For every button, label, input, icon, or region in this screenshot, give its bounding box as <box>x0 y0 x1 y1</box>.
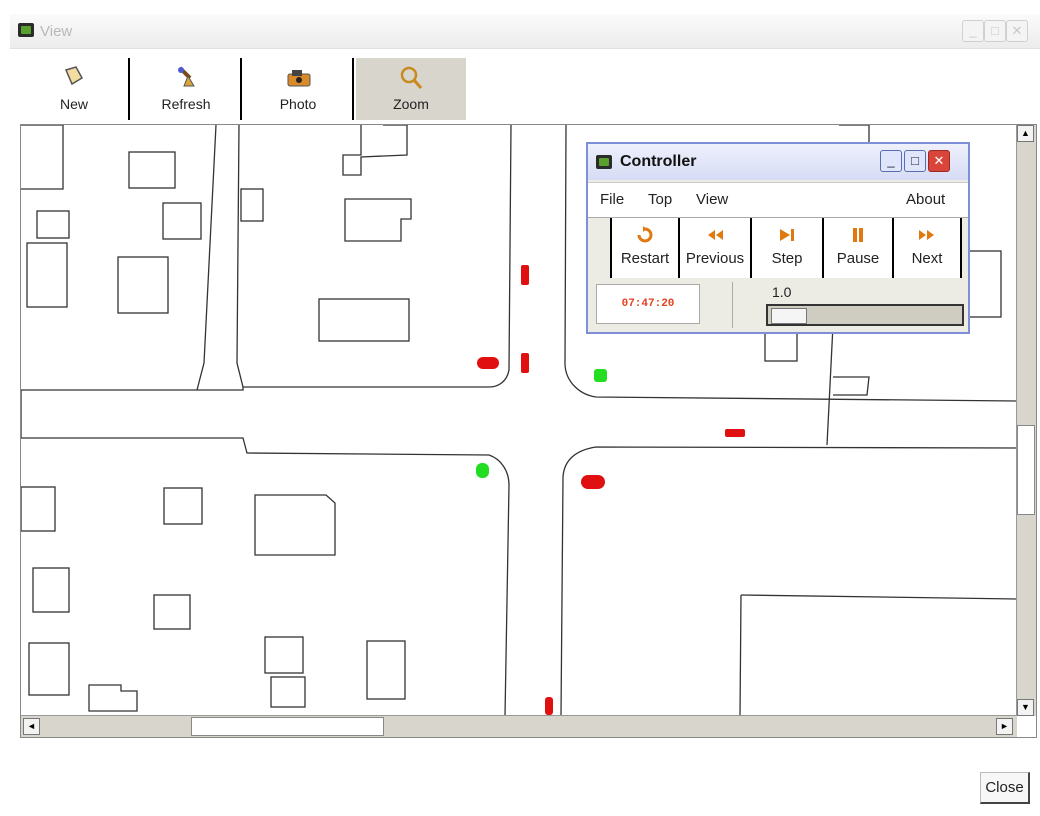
maximize-button[interactable]: □ <box>984 20 1006 42</box>
previous-label: Previous <box>685 250 745 267</box>
photo-button[interactable]: Photo <box>244 58 354 120</box>
vehicle <box>545 697 553 715</box>
window-title: View <box>40 23 73 40</box>
speed-slider-thumb[interactable] <box>771 308 807 324</box>
vehicle <box>477 357 499 369</box>
scroll-up-arrow-icon[interactable]: ▲ <box>1017 125 1034 142</box>
controller-app-icon <box>596 155 612 169</box>
pause-button[interactable]: Pause <box>824 218 894 278</box>
close-window-button[interactable]: ✕ <box>1006 20 1028 42</box>
controller-toolbar: Restart Previous Step Pause Next <box>594 218 962 278</box>
refresh-icon <box>178 66 195 87</box>
horizontal-scroll-thumb[interactable] <box>191 717 384 736</box>
fast-forward-icon <box>919 230 934 240</box>
next-label: Next <box>911 250 943 267</box>
controller-titlebar[interactable]: Controller _ □ ✕ <box>588 144 968 180</box>
close-button[interactable]: Close <box>980 772 1030 804</box>
traffic-signal-green <box>594 369 607 382</box>
pause-label: Pause <box>836 250 880 267</box>
controller-window: Controller _ □ ✕ File Top View About Res… <box>586 142 970 334</box>
vertical-scroll-thumb[interactable] <box>1017 425 1035 515</box>
scroll-left-arrow-icon[interactable]: ◄ <box>23 718 40 735</box>
divider <box>732 282 733 328</box>
controller-status: 07:47:20 1.0 <box>594 282 964 330</box>
minimize-button[interactable]: _ <box>962 20 984 42</box>
vehicle <box>521 353 529 373</box>
step-label: Step <box>771 250 803 267</box>
restart-label: Restart <box>620 250 670 267</box>
controller-minimize-button[interactable]: _ <box>880 150 902 172</box>
speed-slider[interactable] <box>766 304 964 326</box>
traffic-signal-green <box>476 463 489 478</box>
vehicle <box>521 265 529 285</box>
view-window: View _ □ ✕ New Refresh Photo Zoom ▲ ▼ ◄ … <box>0 0 1040 816</box>
camera-icon <box>287 70 311 87</box>
vehicle <box>725 429 745 437</box>
previous-button[interactable]: Previous <box>680 218 752 278</box>
magnifier-icon <box>400 66 423 89</box>
app-icon <box>18 23 34 37</box>
controller-close-button[interactable]: ✕ <box>928 150 950 172</box>
controller-maximize-button[interactable]: □ <box>904 150 926 172</box>
pause-icon <box>853 228 863 242</box>
controller-menubar: File Top View About <box>588 182 968 218</box>
restart-icon <box>637 226 653 243</box>
menu-view[interactable]: View <box>696 191 728 208</box>
speed-value: 1.0 <box>772 284 792 300</box>
next-button[interactable]: Next <box>894 218 962 278</box>
refresh-button[interactable]: Refresh <box>132 58 242 120</box>
zoom-label: Zoom <box>393 96 429 112</box>
restart-button[interactable]: Restart <box>610 218 680 278</box>
step-button[interactable]: Step <box>752 218 824 278</box>
menu-file[interactable]: File <box>600 191 624 208</box>
view-titlebar[interactable]: View _ □ ✕ <box>10 14 1040 49</box>
step-icon <box>780 229 794 241</box>
controller-title: Controller <box>620 153 697 170</box>
new-label: New <box>59 96 88 112</box>
scroll-down-arrow-icon[interactable]: ▼ <box>1017 699 1034 716</box>
new-document-icon <box>64 66 84 86</box>
vertical-scrollbar[interactable]: ▲ ▼ <box>1016 125 1036 716</box>
zoom-button[interactable]: Zoom <box>356 58 466 120</box>
vehicle <box>581 475 605 489</box>
scroll-right-arrow-icon[interactable]: ► <box>996 718 1013 735</box>
photo-label: Photo <box>279 96 317 112</box>
menu-top[interactable]: Top <box>648 191 672 208</box>
horizontal-scrollbar[interactable]: ◄ ► <box>21 715 1017 737</box>
simulation-time: 07:47:20 <box>596 284 700 324</box>
menu-about[interactable]: About <box>906 191 945 208</box>
refresh-label: Refresh <box>161 96 211 112</box>
rewind-icon <box>708 230 723 240</box>
new-button[interactable]: New <box>20 58 130 120</box>
